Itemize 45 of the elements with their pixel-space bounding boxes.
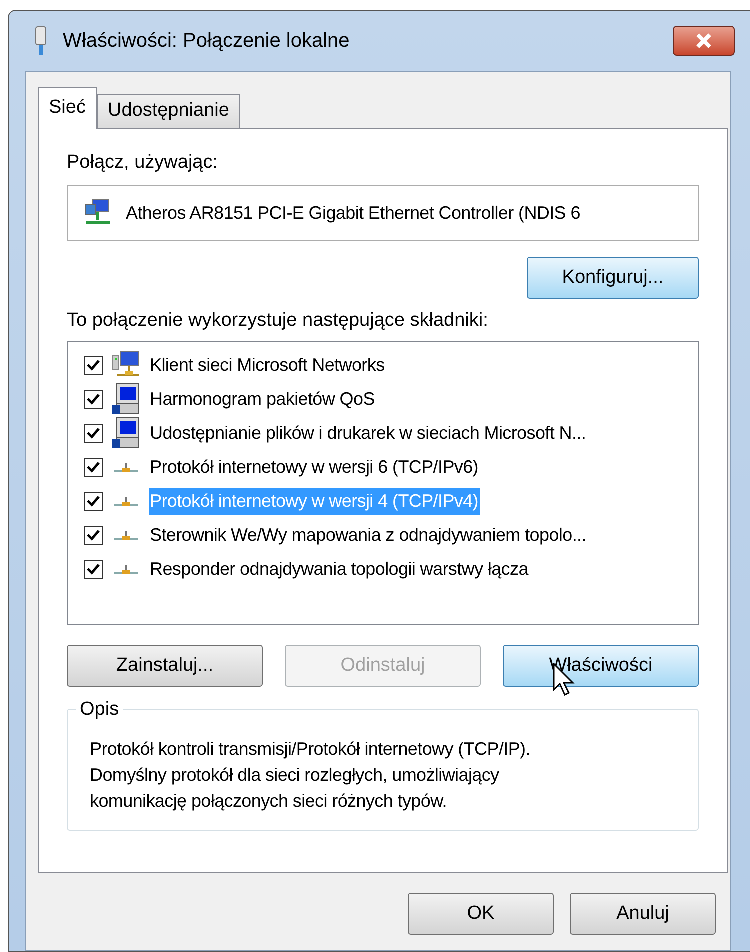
component-item[interactable]: Protokół internetowy w wersji 6 (TCP/IPv6)	[149, 454, 480, 480]
network-cable-icon	[33, 26, 49, 56]
checkmark-icon	[87, 394, 100, 404]
network-protocol-icon	[111, 494, 141, 508]
network-protocol-icon	[111, 562, 141, 576]
checkbox[interactable]	[84, 526, 103, 544]
dialog-button[interactable]: Właściwości	[503, 645, 699, 687]
network-protocol-icon	[111, 460, 141, 474]
component-item[interactable]: Harmonogram pakietów QoS	[149, 386, 376, 412]
computer-icon	[111, 417, 141, 449]
checkmark-icon	[87, 428, 100, 438]
checkbox[interactable]	[84, 458, 103, 476]
section-label: To połączenie wykorzystuje następujące składniki:	[67, 309, 490, 333]
tab[interactable]: Udostępnianie	[96, 94, 240, 128]
component-item[interactable]: Responder odnajdywania topologii warstwy łącza	[149, 556, 530, 582]
tab[interactable]: Sieć	[38, 87, 97, 129]
checkbox[interactable]	[84, 356, 103, 374]
description-text: komunikację połączonych sieci różnych typów.	[90, 790, 448, 813]
close-icon	[695, 33, 713, 49]
network-protocol-icon	[111, 528, 141, 542]
checkbox[interactable]	[84, 560, 103, 578]
window-title: Właściwości: Połączenie lokalne	[63, 29, 350, 54]
adapter-name: Atheros AR8151 PCI-E Gigabit Ethernet Controller (NDIS 6	[126, 202, 580, 225]
checkmark-icon	[87, 496, 100, 506]
section-label: Połącz, używając:	[67, 151, 220, 175]
checkbox[interactable]	[84, 390, 103, 408]
component-item[interactable]: Sterownik We/Wy mapowania z odnajdywaniem topolo...	[149, 522, 588, 548]
component-item[interactable]: Klient sieci Microsoft Networks	[149, 352, 386, 378]
description-text: Domyślny protokół dla sieci rozległych, umożliwiający	[90, 764, 500, 787]
checkmark-icon	[87, 360, 100, 370]
network-client-icon	[111, 351, 141, 379]
checkmark-icon	[87, 564, 100, 574]
close-button[interactable]	[673, 26, 735, 56]
checkmark-icon	[87, 530, 100, 540]
description-text: Protokół kontroli transmisji/Protokół internetowy (TCP/IP).	[90, 738, 532, 761]
checkmark-icon	[87, 462, 100, 472]
dialog-button[interactable]: Anuluj	[570, 893, 716, 935]
checkbox[interactable]	[84, 492, 103, 510]
dialog-button[interactable]: OK	[408, 893, 554, 935]
network-adapter-icon	[84, 199, 112, 227]
checkbox[interactable]	[84, 424, 103, 442]
computer-icon	[111, 383, 141, 415]
dialog-button[interactable]: Zainstaluj...	[67, 645, 263, 687]
dialog-button[interactable]: Konfiguruj...	[527, 257, 699, 299]
component-item[interactable]: Udostępnianie plików i drukarek w sieciach Microsoft N...	[149, 420, 588, 446]
